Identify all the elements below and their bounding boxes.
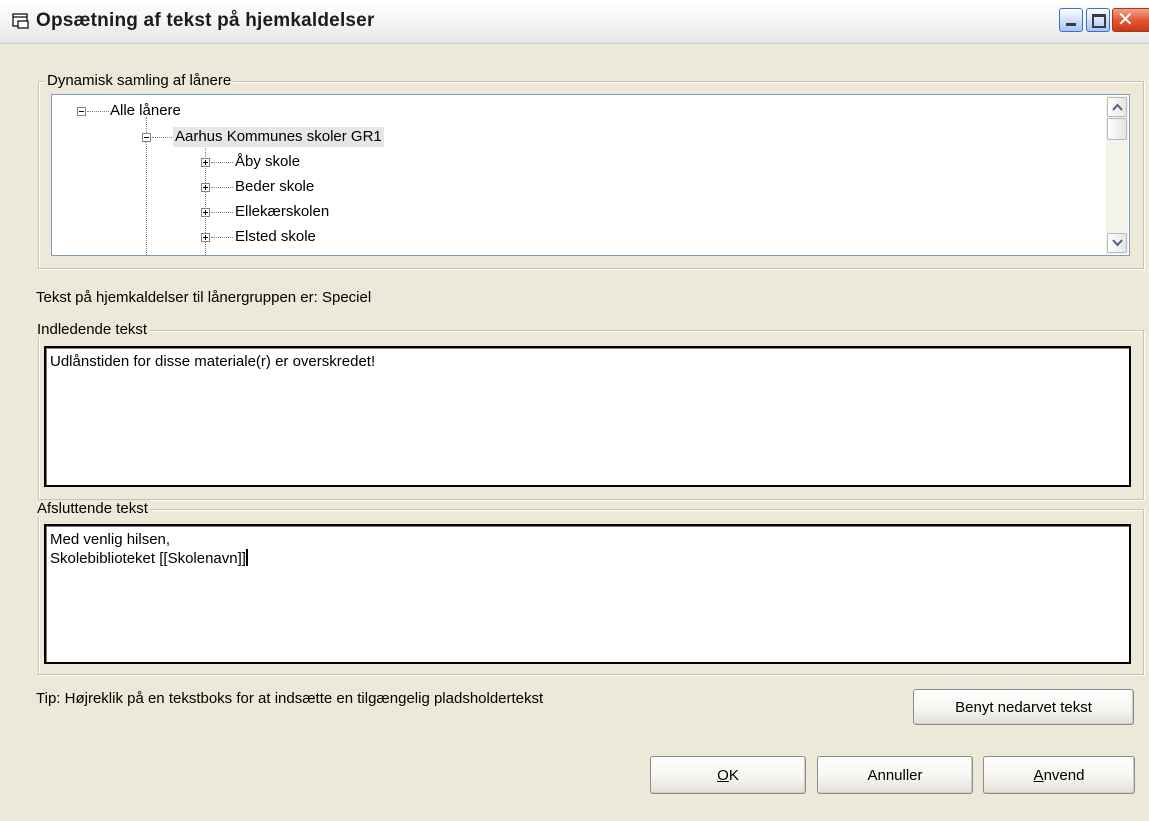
tree-item[interactable]: Elsted skole: [233, 227, 318, 247]
intro-text-input[interactable]: Udlånstiden for disse materiale(r) er ov…: [44, 346, 1131, 487]
inherit-text-button-label: Benyt nedarvet tekst: [955, 698, 1092, 716]
collapse-icon[interactable]: [77, 107, 86, 116]
tree-item-aarhus-kommunes-skoler[interactable]: Aarhus Kommunes skoler GR1: [173, 127, 384, 147]
dialog-app-icon: [12, 13, 29, 29]
tree-item[interactable]: Ellekærskolen: [233, 202, 331, 222]
tree-line: [152, 137, 174, 138]
tree-line: [87, 111, 109, 112]
minimize-button[interactable]: [1059, 8, 1083, 32]
tree-line: [211, 187, 233, 188]
scroll-up-button[interactable]: [1107, 97, 1127, 117]
tip-text: Tip: Højreklik på en tekstboks for at in…: [36, 690, 544, 707]
chevron-up-icon: [1112, 103, 1123, 111]
dialog-window: Opsætning af tekst på hjemkaldelser ✕ Dy…: [0, 0, 1149, 821]
chevron-down-icon: [1112, 239, 1123, 247]
maximize-button[interactable]: [1086, 8, 1110, 32]
tree-item-root[interactable]: Alle lånere: [108, 101, 183, 121]
tree-scrollbar[interactable]: [1106, 96, 1128, 254]
ok-button[interactable]: OK: [650, 756, 806, 794]
apply-button-label: nvend: [1043, 766, 1085, 784]
closing-text-input[interactable]: Med venlig hilsen, Skolebiblioteket [[Sk…: [44, 524, 1131, 664]
tree-item[interactable]: Åby skole: [233, 152, 302, 172]
window-title: Opsætning af tekst på hjemkaldelser: [36, 10, 375, 31]
inherit-text-button[interactable]: Benyt nedarvet tekst: [913, 689, 1134, 725]
borrower-tree[interactable]: Alle lånere Aarhus Kommunes skoler GR1 Å…: [51, 94, 1130, 256]
expand-icon[interactable]: [201, 158, 210, 167]
expand-icon[interactable]: [201, 183, 210, 192]
apply-button-mnemonic: A: [1033, 766, 1044, 784]
ok-button-label: K: [728, 766, 739, 784]
scroll-thumb[interactable]: [1107, 118, 1127, 140]
expand-icon[interactable]: [201, 233, 210, 242]
group-text-status: Tekst på hjemkaldelser til lånergruppen …: [36, 289, 372, 306]
title-bar[interactable]: Opsætning af tekst på hjemkaldelser ✕: [0, 0, 1149, 44]
collapse-icon[interactable]: [142, 133, 151, 142]
tree-line: [211, 162, 233, 163]
ok-button-mnemonic: O: [717, 766, 729, 784]
dynamic-group-label: Dynamisk samling af lånere: [45, 72, 234, 89]
tree-line: [211, 212, 233, 213]
text-caret: [245, 549, 248, 566]
tree-item[interactable]: Beder skole: [233, 177, 316, 197]
apply-button[interactable]: Anvend: [983, 756, 1135, 794]
cancel-button[interactable]: Annuller: [817, 756, 973, 794]
minimize-icon: [1066, 23, 1076, 26]
intro-group-label: Indledende tekst: [35, 321, 150, 338]
close-button[interactable]: ✕: [1112, 8, 1149, 32]
closing-text-line2: Skolebiblioteket [[Skolenavn]]: [50, 550, 246, 567]
closing-text-line1: Med venlig hilsen,: [50, 531, 171, 548]
tree-line: [211, 237, 233, 238]
expand-icon[interactable]: [201, 208, 210, 217]
closing-group-label: Afsluttende tekst: [35, 500, 150, 517]
scroll-down-button[interactable]: [1107, 233, 1127, 253]
cancel-button-label: Annuller: [867, 766, 923, 784]
maximize-icon: [1092, 14, 1106, 28]
close-icon: ✕: [1117, 9, 1134, 31]
intro-text-value: Udlånstiden for disse materiale(r) er ov…: [50, 353, 376, 370]
